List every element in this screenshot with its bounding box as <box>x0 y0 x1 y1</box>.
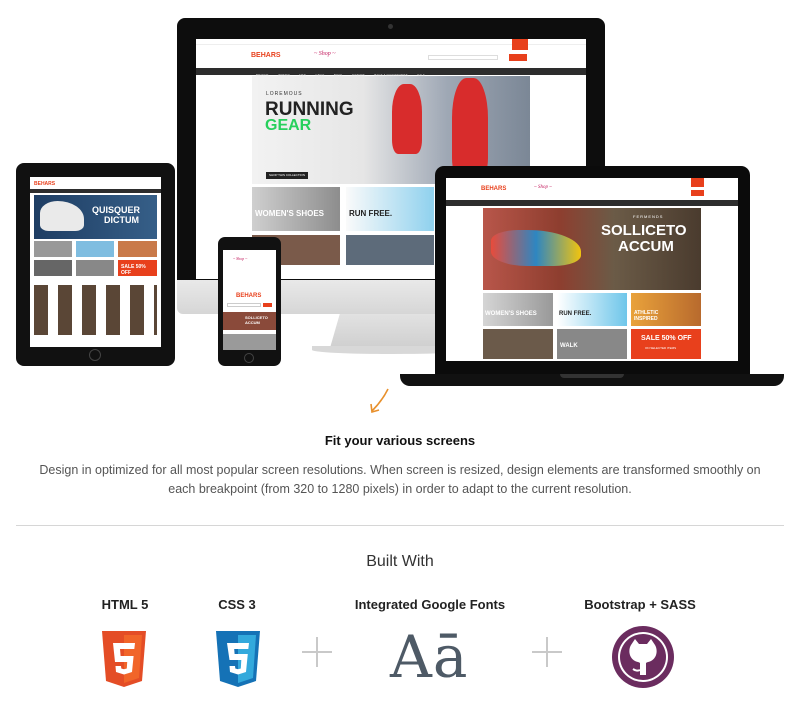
tech-label-google-fonts: Integrated Google Fonts <box>354 597 506 612</box>
search-button[interactable] <box>509 54 527 61</box>
sale-tile[interactable]: SALE 50% OFF ON SELECTED ITEMS <box>631 329 701 359</box>
github-octocat-icon <box>612 626 674 688</box>
section-description: Design in optimized for all most popular… <box>39 463 761 496</box>
section-title: Fit your various screens <box>324 433 476 448</box>
plus-icon <box>300 635 334 669</box>
cart-badge[interactable] <box>512 39 528 50</box>
cart-badge[interactable] <box>691 178 704 187</box>
hero-banner[interactable]: FERMENDS SOLLICETO ACCUM <box>483 208 701 290</box>
tech-label-css3: CSS 3 <box>218 597 256 612</box>
plus-icon <box>530 635 564 669</box>
hero-cta-button[interactable]: SHOP THIS COLLECTION <box>266 172 308 179</box>
runner-figure <box>392 84 422 154</box>
site-logo: BEHARS <box>236 293 262 299</box>
arrow-down-icon <box>370 388 389 414</box>
search-button[interactable] <box>691 190 704 196</box>
built-with-heading: Built With <box>366 553 434 570</box>
css3-icon <box>216 631 260 687</box>
product-grid <box>34 285 157 335</box>
laptop-screen: BEHARS ~ Shop ~ FERMENDS SOLLICETO ACCUM… <box>446 178 738 361</box>
tablet-mockup: BEHARS QUISQUER DICTUM SALE 50% OFF <box>16 163 175 366</box>
tablet-screen: BEHARS QUISQUER DICTUM SALE 50% OFF <box>30 177 161 347</box>
site-logo: BEHARS <box>251 52 281 59</box>
html5-icon <box>102 631 146 687</box>
home-button[interactable] <box>244 353 254 363</box>
search-field[interactable] <box>227 303 261 307</box>
main-nav <box>446 200 738 206</box>
sale-tile[interactable]: SALE 50% OFF <box>118 260 157 276</box>
promo-tile-womens[interactable]: WOMEN'S SHOES <box>252 187 340 231</box>
phone-mockup: ~ Shop ~ BEHARS SOLLICETO ACCUM <box>218 237 281 366</box>
promo-tile-runfree[interactable]: RUN FREE. <box>346 187 434 231</box>
search-field[interactable] <box>428 55 498 60</box>
phone-screen: ~ Shop ~ BEHARS SOLLICETO ACCUM <box>223 250 276 350</box>
hero-banner[interactable]: QUISQUER DICTUM <box>34 195 157 239</box>
shop-script-logo: ~ Shop ~ <box>314 51 336 57</box>
home-button[interactable] <box>89 349 101 361</box>
tech-label-html5: HTML 5 <box>101 597 149 612</box>
main-nav: BRANDS WOMEN MEN GIRLS BOYS JUNIORS BAGS… <box>196 68 586 77</box>
site-logo: BEHARS <box>34 181 56 187</box>
divider <box>16 525 784 526</box>
site-logo: BEHARS <box>481 186 507 192</box>
camera-icon <box>388 24 393 29</box>
tech-label-bootstrap-sass: Bootstrap + SASS <box>584 597 696 612</box>
laptop-mockup: BEHARS ~ Shop ~ FERMENDS SOLLICETO ACCUM… <box>435 166 750 375</box>
runner-figure <box>452 78 488 178</box>
shoe-image <box>491 230 581 266</box>
hero-banner[interactable]: SOLLICETO ACCUM <box>223 312 276 330</box>
google-fonts-icon: Aā <box>390 623 469 691</box>
